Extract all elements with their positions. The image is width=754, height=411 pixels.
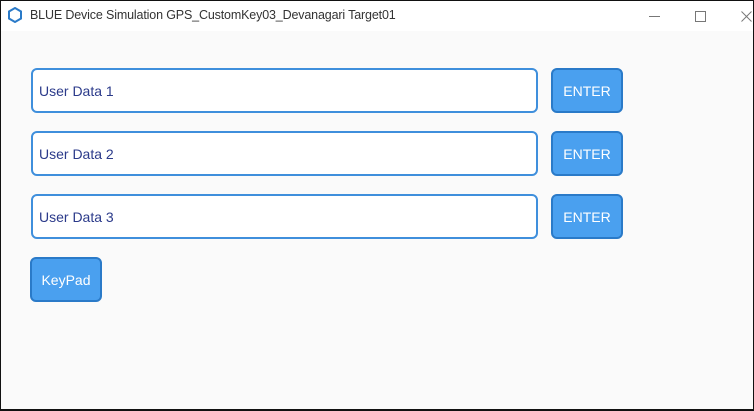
- enter-button-2[interactable]: ENTER: [551, 131, 623, 176]
- maximize-icon: [694, 10, 706, 22]
- close-icon: [740, 10, 752, 22]
- user-data-2-input[interactable]: [33, 133, 536, 174]
- maximize-button[interactable]: [677, 1, 723, 31]
- user-data-1-input[interactable]: [33, 70, 536, 111]
- minimize-icon: [648, 11, 660, 22]
- user-data-3-field-container: [31, 194, 538, 239]
- keypad-button[interactable]: KeyPad: [30, 257, 102, 302]
- app-logo-icon: [7, 6, 23, 24]
- window-title: BLUE Device Simulation GPS_CustomKey03_D…: [30, 8, 396, 22]
- user-data-2-field-container: [31, 131, 538, 176]
- minimize-button[interactable]: [631, 1, 677, 31]
- user-data-3-input[interactable]: [33, 196, 536, 237]
- user-data-1-field-container: [31, 68, 538, 113]
- main-content: ENTER ENTER ENTER KeyPad: [1, 31, 753, 409]
- title-bar[interactable]: BLUE Device Simulation GPS_CustomKey03_D…: [1, 1, 753, 31]
- enter-button-1[interactable]: ENTER: [551, 68, 623, 113]
- app-window: BLUE Device Simulation GPS_CustomKey03_D…: [0, 0, 754, 411]
- enter-button-3[interactable]: ENTER: [551, 194, 623, 239]
- close-button[interactable]: [723, 1, 753, 31]
